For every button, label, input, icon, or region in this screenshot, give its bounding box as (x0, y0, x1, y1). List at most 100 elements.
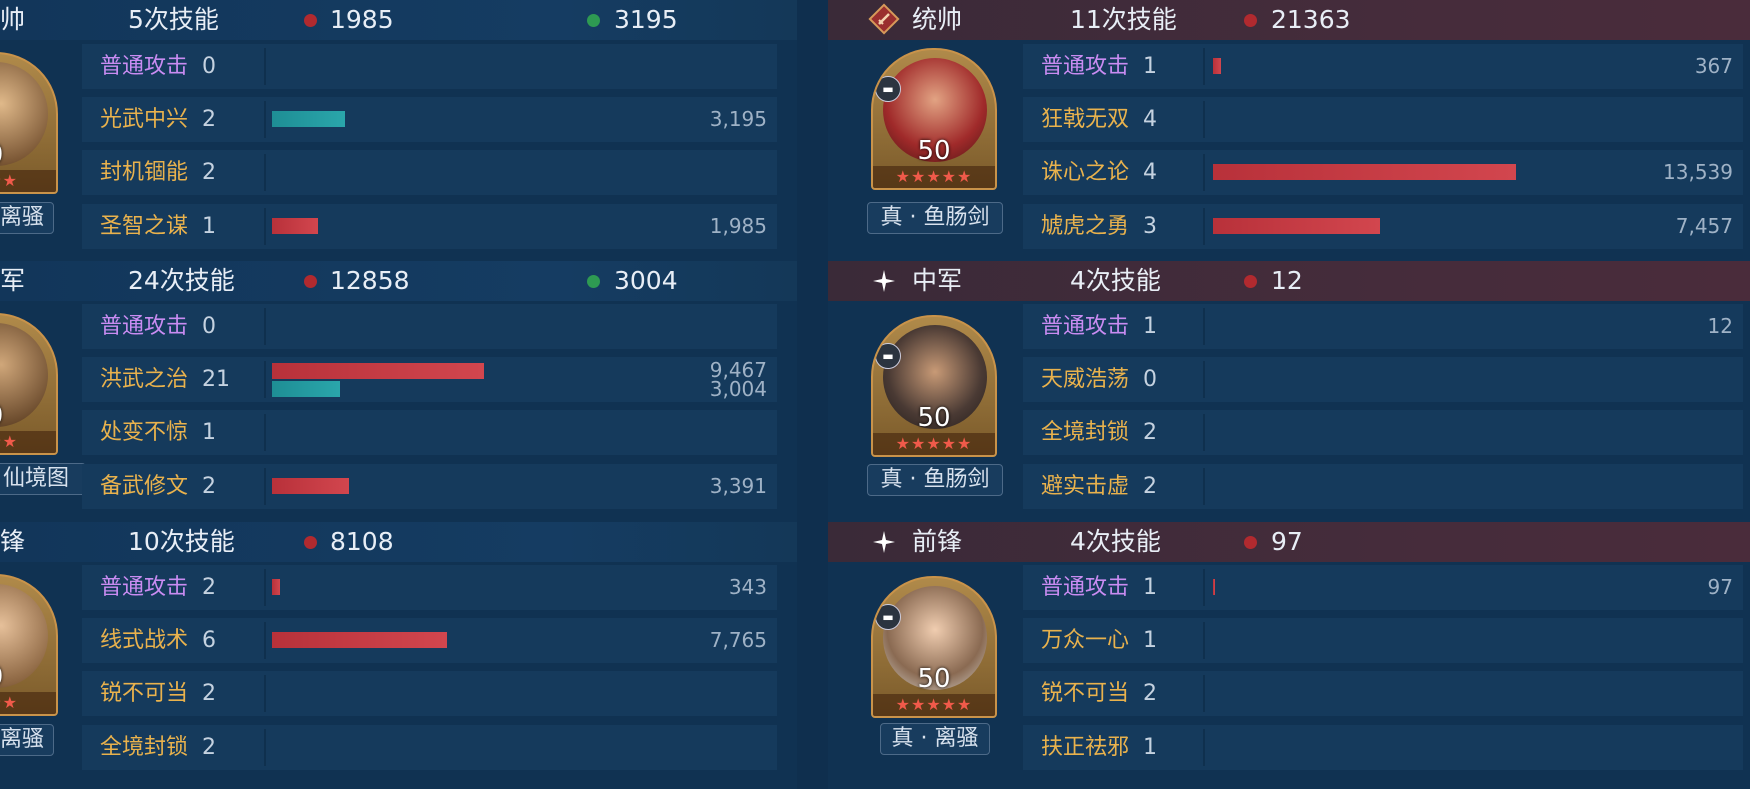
weapon-tag[interactable]: 离骚 (0, 202, 54, 234)
skill-row: 诛心之论 4 13,539 (1023, 150, 1743, 195)
right-team-panel: 统帅 11次技能 21363 ▬ 50 ★★★★★ 真 · 鱼肠剑 普通攻击 1… (828, 0, 1750, 789)
damage-bar (272, 218, 318, 234)
skill-name: 普通攻击 (1041, 54, 1130, 79)
skill-row: 圣智之谋 1 1,985 (82, 204, 777, 249)
section-header: 军 24次技能 12858 3004 (0, 261, 797, 301)
row-divider (1203, 101, 1205, 138)
skill-name: 全境封锁 (100, 735, 189, 760)
team-section-commander-left: 帅 5次技能 1985 3195 0 ★★★ 离骚 普通攻击 0 光武中兴 2 … (0, 0, 797, 260)
team-section-vanguard-mid-left: 军 24次技能 12858 3004 0 ★★★ 仙境图 普通攻击 0 洪武之治… (0, 261, 797, 521)
skill-row: 普通攻击 2 343 (82, 565, 777, 610)
damage-bar (1213, 58, 1221, 74)
row-divider (1203, 208, 1205, 245)
skill-name: 封机锢能 (100, 160, 189, 185)
damage-dot-icon (1244, 275, 1257, 288)
skill-name: 锐不可当 (1041, 681, 1130, 706)
damage-bar (1213, 164, 1516, 180)
weapon-tag[interactable]: 真 · 离骚 (880, 723, 990, 755)
row-divider (264, 101, 266, 138)
row-divider (264, 675, 266, 712)
general-portrait[interactable]: ▬ 50 ★★★★★ (871, 315, 997, 457)
skill-name: 处变不惊 (100, 420, 189, 445)
skill-name: 扶正祛邪 (1041, 735, 1130, 760)
skill-name: 锐不可当 (100, 681, 189, 706)
skill-cast-count: 1 (202, 420, 216, 445)
section-header: 中军 4次技能 12 (828, 261, 1750, 301)
skill-name: 洪武之治 (100, 367, 189, 392)
weapon-tag[interactable]: 真 · 鱼肠剑 (867, 464, 1003, 496)
skill-cast-count: 2 (1143, 474, 1157, 499)
star-rating: ★★★★★ (873, 694, 995, 716)
section-header: 锋 10次技能 8108 (0, 522, 797, 562)
skill-name: 普通攻击 (100, 314, 189, 339)
skill-row: 虓虎之勇 3 7,457 (1023, 204, 1743, 249)
skill-cast-count: 2 (1143, 420, 1157, 445)
skill-row: 万众一心 1 (1023, 618, 1743, 663)
role-name: 军 (0, 266, 26, 295)
row-divider (1203, 675, 1205, 712)
skill-cast-count: 1 (1143, 314, 1157, 339)
star-rating: ★★★ (0, 692, 56, 714)
general-portrait[interactable]: ▬ 50 ★★★★★ (871, 48, 997, 190)
row-divider (264, 729, 266, 766)
heal-bar (272, 111, 345, 127)
general-portrait[interactable]: 0 ★★★ (0, 313, 58, 455)
damage-total: 8108 (330, 527, 394, 556)
skill-row: 备武修文 2 3,391 (82, 464, 777, 509)
row-divider (264, 361, 266, 398)
tank-icon: ▬ (875, 76, 901, 102)
general-level: 0 (0, 662, 56, 692)
weapon-tag[interactable]: 真 · 鱼肠剑 (867, 202, 1003, 234)
skill-name: 普通攻击 (100, 54, 189, 79)
row-divider (1203, 622, 1205, 659)
damage-value: 343 (728, 575, 767, 599)
skill-row: 处变不惊 1 (82, 410, 777, 455)
skill-row: 光武中兴 2 3,195 (82, 97, 777, 142)
damage-value: 97 (1707, 575, 1733, 599)
skill-cast-count: 2 (202, 107, 216, 132)
skill-row: 狂戟无双 4 (1023, 97, 1743, 142)
skill-row: 封机锢能 2 (82, 150, 777, 195)
damage-total: 1985 (330, 5, 394, 34)
row-divider (264, 208, 266, 245)
weapon-tag[interactable]: 仙境图 (0, 463, 86, 495)
skill-cast-count: 2 (202, 735, 216, 760)
general-portrait[interactable]: 0 ★★★ (0, 574, 58, 716)
role-name: 前锋 (912, 527, 963, 556)
section-header: 统帅 11次技能 21363 (828, 0, 1750, 40)
star-rating: ★★★★★ (873, 166, 995, 188)
weapon-tag[interactable]: 离骚 (0, 724, 54, 756)
general-portrait[interactable]: 0 ★★★ (0, 52, 58, 194)
skill-cast-count: 0 (1143, 367, 1157, 392)
team-section-center-right: 中军 4次技能 12 ▬ 50 ★★★★★ 真 · 鱼肠剑 普通攻击 1 12 … (828, 261, 1750, 521)
skill-count: 5次技能 (128, 5, 219, 34)
star-rating: ★★★ (0, 170, 56, 192)
row-divider (1203, 468, 1205, 505)
skill-cast-count: 1 (1143, 54, 1157, 79)
skill-name: 虓虎之勇 (1041, 214, 1130, 239)
sword-diamond-icon (868, 3, 900, 35)
skill-cast-count: 2 (202, 681, 216, 706)
heal-total: 3195 (614, 5, 678, 34)
damage-bar (272, 478, 349, 494)
skill-row: 扶正祛邪 1 (1023, 725, 1743, 770)
skill-count: 10次技能 (128, 527, 235, 556)
skill-cast-count: 21 (202, 367, 230, 392)
damage-dot-icon (304, 536, 317, 549)
damage-total: 21363 (1271, 5, 1351, 34)
general-portrait[interactable]: ▬ 50 ★★★★★ (871, 576, 997, 718)
skill-cast-count: 0 (202, 314, 216, 339)
skill-row: 锐不可当 2 (1023, 671, 1743, 716)
team-section-vanguard-left: 锋 10次技能 8108 0 ★★★ 离骚 普通攻击 2 343 线式战术 6 … (0, 522, 797, 782)
skill-row: 锐不可当 2 (82, 671, 777, 716)
damage-dot-icon (304, 14, 317, 27)
skill-cast-count: 4 (1143, 107, 1157, 132)
skill-name: 备武修文 (100, 474, 189, 499)
row-divider (264, 569, 266, 606)
skill-name: 普通攻击 (100, 575, 189, 600)
damage-dot-icon (1244, 14, 1257, 27)
row-divider (264, 154, 266, 191)
general-level: 50 (917, 403, 951, 433)
damage-dot-icon (1244, 536, 1257, 549)
row-divider (1203, 48, 1205, 85)
